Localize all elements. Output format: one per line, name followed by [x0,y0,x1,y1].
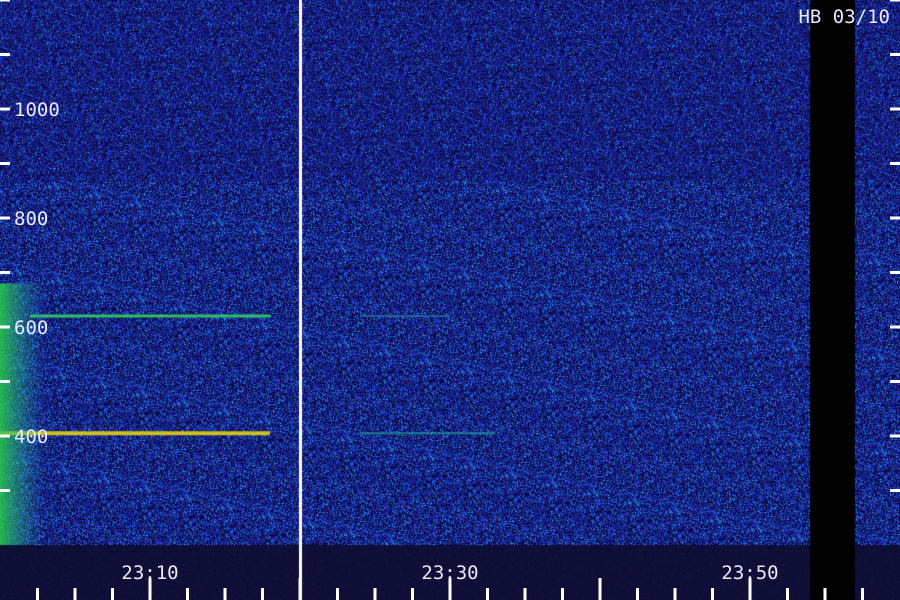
chart-overlay: HB 03/10 400 600 800 1000 23:10 23:30 23:50 [0,0,900,600]
y-tick-label-3: 1000 [14,99,60,121]
y-tick-label-2: 800 [14,208,48,230]
y-tick-label-1: 600 [14,317,48,339]
chart-title: HB 03/10 [798,6,890,28]
y-axis: 400 600 800 1000 [0,0,900,492]
x-tick-label-0: 23:10 [121,562,178,584]
x-tick-label-1: 23:30 [421,562,478,584]
spectrogram-chart: HB 03/10 400 600 800 1000 23:10 23:30 23:50 [0,0,900,600]
x-tick-label-2: 23:50 [721,562,778,584]
x-axis: 23:10 23:30 23:50 [36,562,864,600]
y-tick-label-0: 400 [14,426,48,448]
